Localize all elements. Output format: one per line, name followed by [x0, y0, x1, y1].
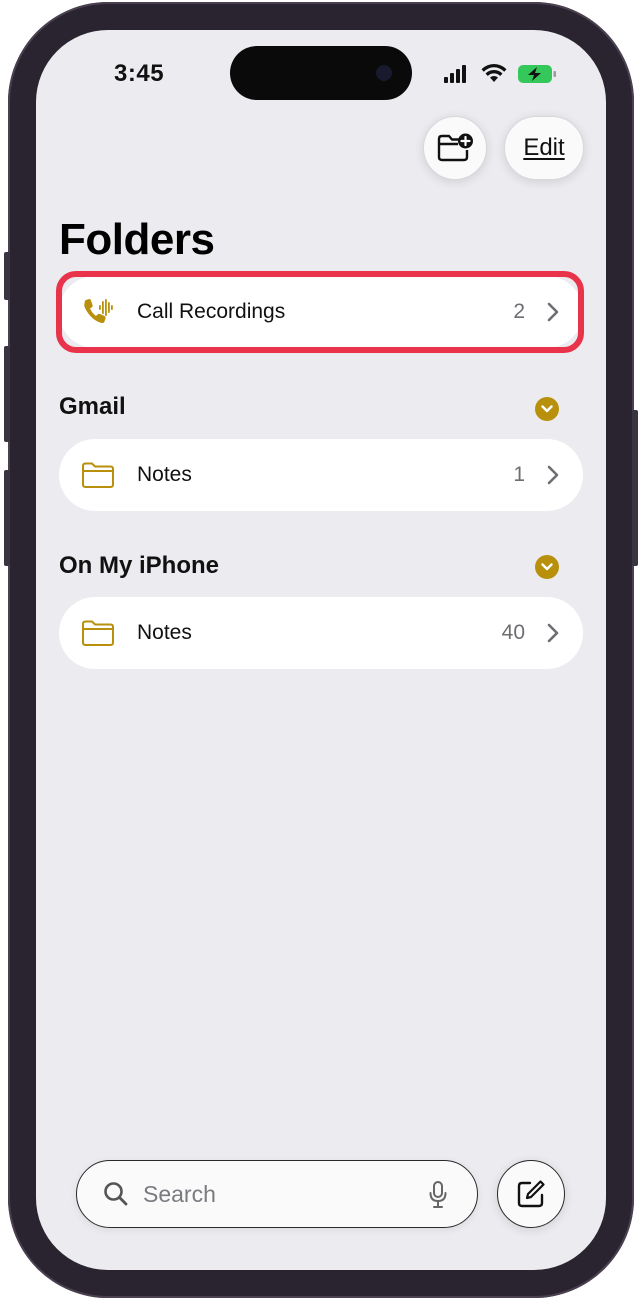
chevron-down-icon	[541, 563, 553, 571]
microphone-icon[interactable]	[429, 1181, 447, 1209]
folder-label: Notes	[137, 621, 192, 644]
section-header-on-my-iphone: On My iPhone	[59, 552, 220, 579]
status-time: 3:45	[114, 60, 165, 87]
folder-count: 1	[513, 463, 525, 486]
folder-count: 2	[513, 300, 525, 323]
chevron-right-icon	[547, 623, 559, 643]
search-bar[interactable]	[76, 1160, 478, 1228]
chevron-right-icon	[547, 465, 559, 485]
status-bar: 3:45	[36, 30, 606, 110]
folder-label: Notes	[137, 463, 192, 486]
camera-icon	[376, 65, 392, 81]
folder-row-iphone-notes[interactable]: Notes 40	[59, 597, 583, 669]
folder-label: Call Recordings	[137, 300, 286, 323]
folder-row-gmail-notes[interactable]: Notes 1	[59, 439, 583, 511]
edit-button[interactable]: Edit	[504, 116, 584, 180]
cellular-signal-icon	[444, 65, 466, 83]
new-folder-button[interactable]	[423, 116, 487, 180]
folder-icon	[82, 620, 114, 646]
new-folder-icon	[437, 133, 473, 162]
volume-up-button	[4, 346, 10, 442]
section-collapse-toggle-gmail[interactable]	[535, 397, 559, 421]
status-icons	[444, 63, 560, 85]
folder-icon	[82, 462, 114, 488]
search-icon	[104, 1182, 128, 1206]
dynamic-island	[230, 46, 412, 100]
phone-waveform-icon	[84, 298, 113, 324]
page-title: Folders	[59, 215, 215, 264]
compose-icon	[517, 1180, 545, 1208]
power-button	[632, 410, 638, 566]
volume-down-button	[4, 470, 10, 566]
action-button	[4, 252, 10, 300]
chevron-down-icon	[541, 405, 553, 413]
folder-row-call-recordings[interactable]: Call Recordings 2	[59, 276, 583, 348]
chevron-right-icon	[547, 302, 559, 322]
search-input[interactable]	[143, 1179, 403, 1209]
battery-charging-icon	[518, 65, 556, 83]
folder-count: 40	[501, 621, 525, 644]
section-collapse-toggle-on-my-iphone[interactable]	[535, 555, 559, 579]
compose-button[interactable]	[497, 1160, 565, 1228]
section-header-gmail: Gmail	[59, 393, 126, 420]
wifi-icon	[481, 63, 507, 82]
screen: 3:45 Edit Folders Call Recordings 2 Gmai…	[36, 30, 606, 1270]
